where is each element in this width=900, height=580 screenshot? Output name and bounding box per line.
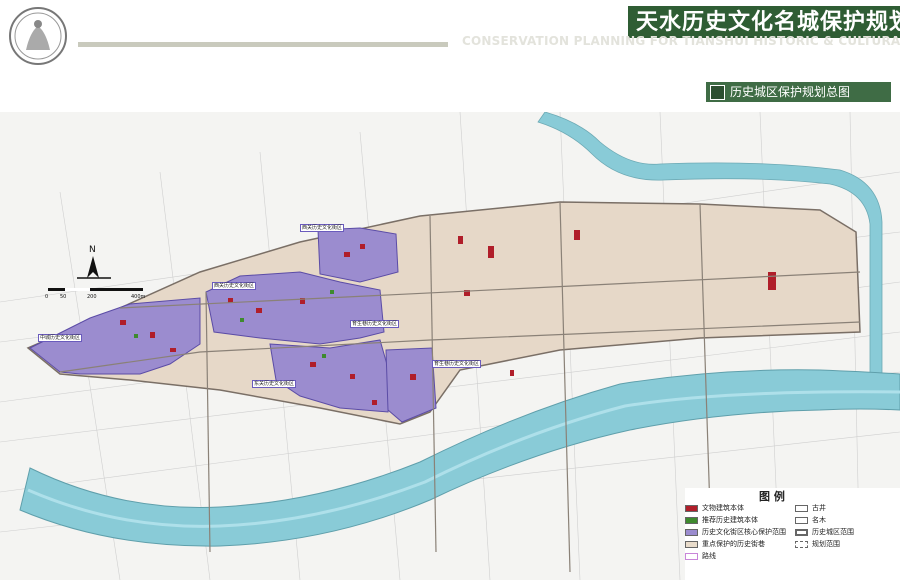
legend-item: 文物建筑本体 — [685, 504, 744, 513]
scale-tick-400: 400m — [131, 294, 145, 300]
zone-label: 育生巷历史文化街区 — [432, 360, 482, 368]
zone-label: 东关历史文化街区 — [252, 380, 297, 388]
legend-item: 重点保护的历史街巷 — [685, 540, 765, 549]
scale-tick-200: 200 — [87, 294, 97, 300]
header-divider — [78, 42, 448, 47]
district-north — [317, 227, 399, 283]
scale-bar: 0 50 200 400m — [45, 285, 146, 300]
subtitle-bar: 历史城区保护规划总图 — [706, 82, 891, 102]
header: 天水历史文化名城保护规划 CONSERVATION PLANNING FOR T… — [0, 0, 900, 112]
legend: 图 例 文物建筑本体 推荐历史建筑本体 历史文化街区核心保护范围 重点保护的历史… — [685, 488, 900, 580]
legend-item: 推荐历史建筑本体 — [685, 516, 758, 525]
zone-label: 西关历史文化街区 — [300, 224, 345, 232]
north-arrow: N — [75, 242, 115, 284]
subtitle-marker — [710, 85, 725, 100]
seal-logo — [9, 7, 67, 65]
page-title: 天水历史文化名城保护规划 — [636, 9, 900, 35]
map-subtitle: 历史城区保护规划总图 — [730, 85, 851, 99]
zone-label: 育生巷历史文化街区 — [350, 320, 400, 328]
legend-item: 路线 — [685, 552, 716, 561]
legend-item: 古井 — [795, 504, 826, 513]
north-label: N — [89, 245, 96, 255]
legend-title: 图 例 — [759, 490, 785, 503]
english-title: CONSERVATION PLANNING FOR TIANSHUI HISTO… — [462, 34, 900, 48]
scale-tick-50: 50 — [60, 294, 66, 300]
zone-label: 西关历史文化街区 — [212, 282, 257, 290]
district-east — [385, 347, 437, 423]
legend-item: 历史城区范围 — [795, 528, 854, 537]
legend-item: 历史文化街区核心保护范围 — [685, 528, 786, 537]
legend-item: 规划范围 — [795, 540, 840, 549]
zone-label: 中城历史文化街区 — [38, 334, 83, 342]
legend-item: 名木 — [795, 516, 826, 525]
scale-tick-0: 0 — [45, 294, 48, 300]
